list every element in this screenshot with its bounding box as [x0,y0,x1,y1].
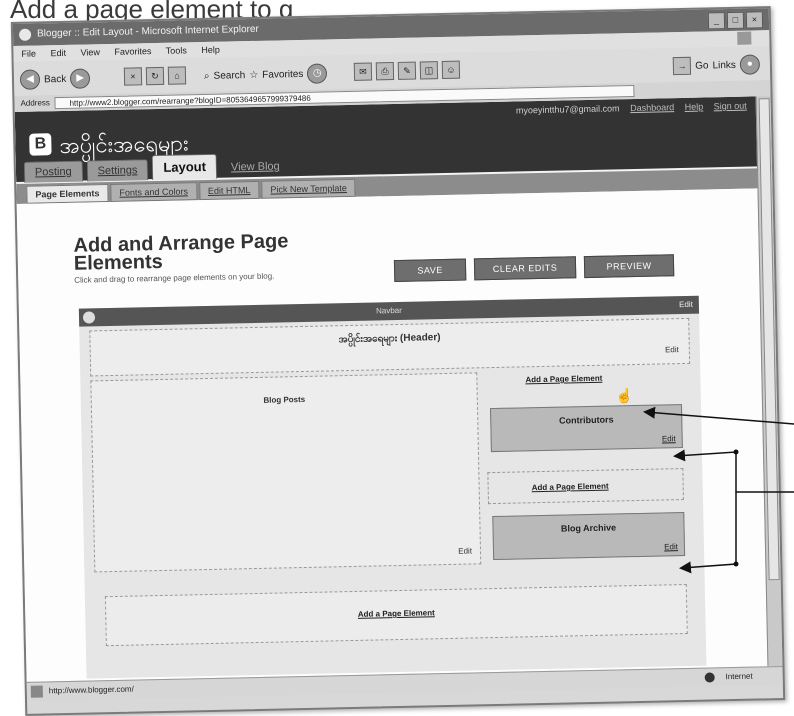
navbar-edit-link[interactable]: Edit [679,296,693,314]
header-label: အပ္ပိုင်းအရေများ (Header) [338,332,441,346]
discuss-icon[interactable]: ◫ [419,61,439,80]
navbar-icon [82,311,96,324]
header-element[interactable]: အပ္ပိုင်းအရေများ (Header) Edit [89,317,691,377]
status-url: http://www.blogger.com/ [48,684,134,696]
user-links: myoeyintthu7@gmail.com Dashboard Help Si… [516,101,747,116]
menu-help[interactable]: Help [201,45,220,55]
subtab-pick-template[interactable]: Pick New Template [261,178,357,199]
search-label[interactable]: Search [213,70,245,82]
menu-edit[interactable]: Edit [50,48,66,58]
home-icon[interactable]: ⌂ [167,66,187,85]
go-label[interactable]: Go [695,60,709,71]
window-controls: _ □ × [707,11,764,30]
blog-archive-widget[interactable]: Blog Archive Edit [492,512,686,561]
mail-icon[interactable]: ✉ [353,62,373,81]
favorites-icon[interactable]: ☆ [249,69,258,80]
page-content: myoeyintthu7@gmail.com Dashboard Help Si… [14,96,769,682]
ie-icon [18,28,32,41]
contributors-edit-link[interactable]: Edit [662,434,676,443]
subtab-fonts-colors[interactable]: Fonts and Colors [110,182,198,202]
window-title: Blogger :: Edit Layout - Microsoft Inter… [36,23,259,40]
favorites-label[interactable]: Favorites [262,68,303,80]
add-page-element-link-sidebar-2[interactable]: Add a Page Element [532,482,609,493]
minimize-button[interactable]: _ [707,12,726,30]
stop-icon[interactable]: × [123,67,143,86]
help-link[interactable]: Help [685,102,704,112]
tab-posting[interactable]: Posting [23,160,83,183]
navbar-label: Navbar [375,305,402,316]
blog-posts-element[interactable]: Blog Posts Edit [90,372,482,573]
browser-window: Blogger :: Edit Layout - Microsoft Inter… [10,6,786,716]
sign-out-link[interactable]: Sign out [714,101,747,112]
page-title: Add and Arrange Page Elements [73,230,289,275]
history-icon[interactable]: ◷ [307,63,328,84]
windows-logo-icon [737,31,752,45]
footer-drop-zone: Add a Page Element [104,584,688,647]
user-email: myoeyintthu7@gmail.com [515,103,620,116]
back-label[interactable]: Back [44,73,66,84]
contributors-widget[interactable]: Contributors Edit [490,404,683,453]
search-icon[interactable]: ⌕ [204,70,210,81]
menu-file[interactable]: File [21,49,36,59]
tab-settings[interactable]: Settings [86,159,149,182]
back-icon[interactable]: ◀ [19,69,41,90]
header-edit-link[interactable]: Edit [665,345,679,354]
messenger-icon[interactable]: ☺ [441,60,461,80]
layout-canvas: Navbar Edit အပ္ပိုင်းအရေများ (Header) Ed… [78,295,707,679]
print-icon[interactable]: ⎙ [375,62,395,81]
tab-layout[interactable]: Layout [152,153,218,181]
contributors-title: Contributors [558,414,614,426]
save-button[interactable]: SAVE [393,258,467,283]
hand-cursor-icon: ☝ [615,387,634,404]
add-page-element-link-sidebar[interactable]: Add a Page Element [525,374,602,385]
menu-tools[interactable]: Tools [166,45,187,55]
blogger-logo-icon: B [29,133,52,156]
clear-edits-button[interactable]: CLEAR EDITS [473,256,577,281]
blog-posts-label: Blog Posts [263,394,306,405]
blog-archive-edit-link[interactable]: Edit [664,542,678,551]
address-label: Address [20,98,50,108]
menu-favorites[interactable]: Favorites [114,46,151,57]
refresh-icon[interactable]: ↻ [145,66,165,86]
layout-editor: Add and Arrange Page Elements Click and … [16,188,769,682]
sidebar-column: Add a Page Element ☝ Contributors Edit A… [485,368,686,562]
edit-page-icon[interactable]: ✎ [397,61,417,80]
subtab-page-elements[interactable]: Page Elements [26,184,109,204]
blog-header: myoeyintthu7@gmail.com Dashboard Help Si… [14,96,759,183]
status-zone: Internet [725,671,753,682]
subtab-edit-html[interactable]: Edit HTML [198,180,260,201]
maximize-button[interactable]: □ [726,11,745,30]
blog-posts-edit-link[interactable]: Edit [458,546,472,555]
menu-view[interactable]: View [80,47,100,57]
extension-icon[interactable]: ● [739,54,761,75]
add-page-element-link-footer[interactable]: Add a Page Element [358,608,435,619]
internet-zone-icon [704,672,715,683]
tab-view-blog[interactable]: View Blog [221,156,290,177]
go-icon[interactable]: → [672,56,692,76]
links-label[interactable]: Links [712,59,736,70]
preview-button[interactable]: PREVIEW [583,254,675,279]
forward-icon[interactable]: ▶ [70,68,91,89]
dashboard-link[interactable]: Dashboard [630,102,674,113]
blog-archive-title: Blog Archive [560,522,617,534]
close-button[interactable]: × [745,11,764,29]
page-status-icon [30,685,43,698]
